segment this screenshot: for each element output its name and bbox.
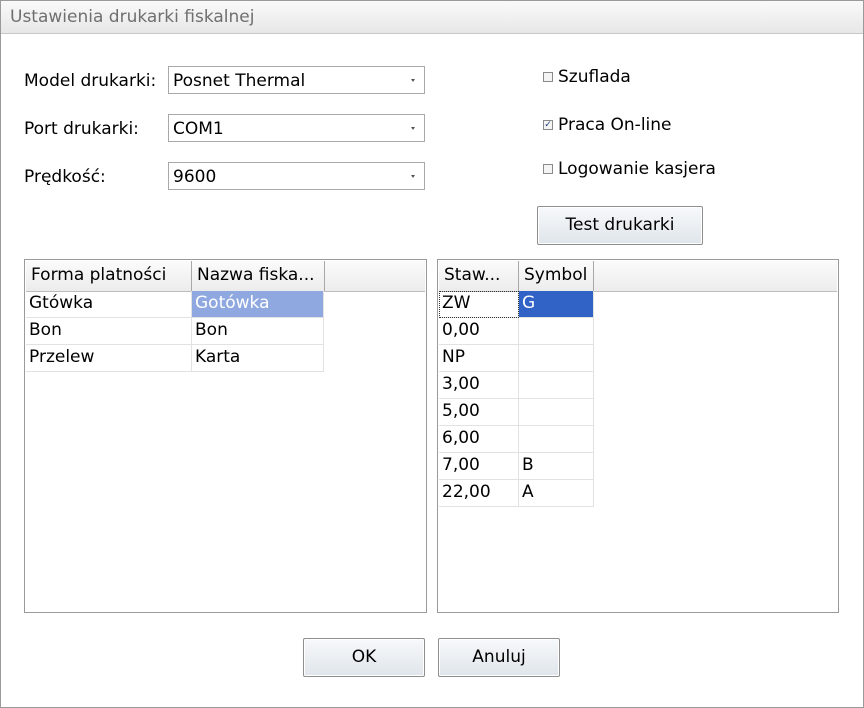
rate-cell[interactable]: 7,00 — [439, 453, 519, 480]
table-header: Staw... Symbol — [439, 261, 837, 292]
ok-button[interactable]: OK — [303, 638, 425, 677]
fiscal-name-cell[interactable]: Gotówka — [192, 291, 324, 318]
checkbox-box[interactable] — [543, 164, 553, 174]
port-combobox[interactable]: COM1 — [168, 114, 425, 142]
symbol-cell[interactable]: B — [519, 453, 594, 480]
payment-form-cell[interactable]: Bon — [26, 318, 192, 345]
drawer-checkbox-label: Szuflada — [558, 67, 631, 87]
checkmark-icon[interactable]: ✓ — [543, 120, 553, 130]
speed-value: 9600 — [173, 167, 217, 187]
column-header-payment-form[interactable]: Forma platności — [26, 261, 192, 291]
rate-cell[interactable]: NP — [439, 345, 519, 372]
cancel-button[interactable]: Anuluj — [438, 638, 560, 677]
rate-cell[interactable]: 3,00 — [439, 372, 519, 399]
table-header: Forma platności Nazwa fiska... — [26, 261, 425, 292]
model-combobox[interactable]: Posnet Thermal — [168, 66, 425, 94]
symbol-cell[interactable] — [519, 318, 594, 345]
cashier-log-checkbox-label: Logowanie kasjera — [558, 159, 716, 179]
fiscal-name-cell[interactable]: Bon — [192, 318, 324, 345]
chevron-down-icon — [411, 127, 415, 130]
fiscal-name-cell[interactable]: Karta — [192, 345, 324, 372]
payment-form-cell[interactable]: Przelew — [26, 345, 192, 372]
payment-form-cell[interactable]: Gtówka — [26, 291, 192, 318]
printer-settings-dialog: Ustawienia drukarki fiskalnej Model druk… — [0, 0, 864, 708]
column-header-fiscal-name[interactable]: Nazwa fiska... — [192, 261, 325, 291]
online-checkbox-label: Praca On-line — [558, 115, 672, 135]
symbol-cell[interactable]: G — [519, 291, 594, 318]
symbol-cell[interactable] — [519, 372, 594, 399]
symbol-cell[interactable]: A — [519, 480, 594, 507]
test-printer-button[interactable]: Test drukarki — [537, 206, 703, 245]
symbol-cell[interactable] — [519, 345, 594, 372]
payment-methods-table[interactable]: Forma platności Nazwa fiska... Gtówka Go… — [24, 259, 427, 613]
chevron-down-icon — [411, 175, 415, 178]
chevron-down-icon — [411, 79, 415, 82]
column-header-symbol[interactable]: Symbol — [519, 261, 594, 291]
title-bar[interactable]: Ustawienia drukarki fiskalnej — [1, 1, 863, 34]
rate-cell[interactable]: 6,00 — [439, 426, 519, 453]
speed-combobox[interactable]: 9600 — [168, 162, 425, 190]
vat-rates-table[interactable]: Staw... Symbol ZW G 0,00 NP 3,00 5,00 6,… — [437, 259, 839, 613]
port-label: Port drukarki: — [24, 119, 139, 139]
rate-cell[interactable]: 22,00 — [439, 480, 519, 507]
speed-label: Prędkość: — [24, 167, 106, 187]
model-value: Posnet Thermal — [173, 71, 306, 91]
column-header-rate[interactable]: Staw... — [439, 261, 519, 291]
window-title: Ustawienia drukarki fiskalnej — [10, 7, 255, 27]
symbol-cell[interactable] — [519, 426, 594, 453]
rate-cell[interactable]: 5,00 — [439, 399, 519, 426]
port-value: COM1 — [173, 119, 224, 139]
rate-cell[interactable]: 0,00 — [439, 318, 519, 345]
symbol-cell[interactable] — [519, 399, 594, 426]
checkbox-box[interactable] — [543, 72, 553, 82]
rate-cell[interactable]: ZW — [439, 291, 519, 318]
model-label: Model drukarki: — [24, 71, 157, 91]
